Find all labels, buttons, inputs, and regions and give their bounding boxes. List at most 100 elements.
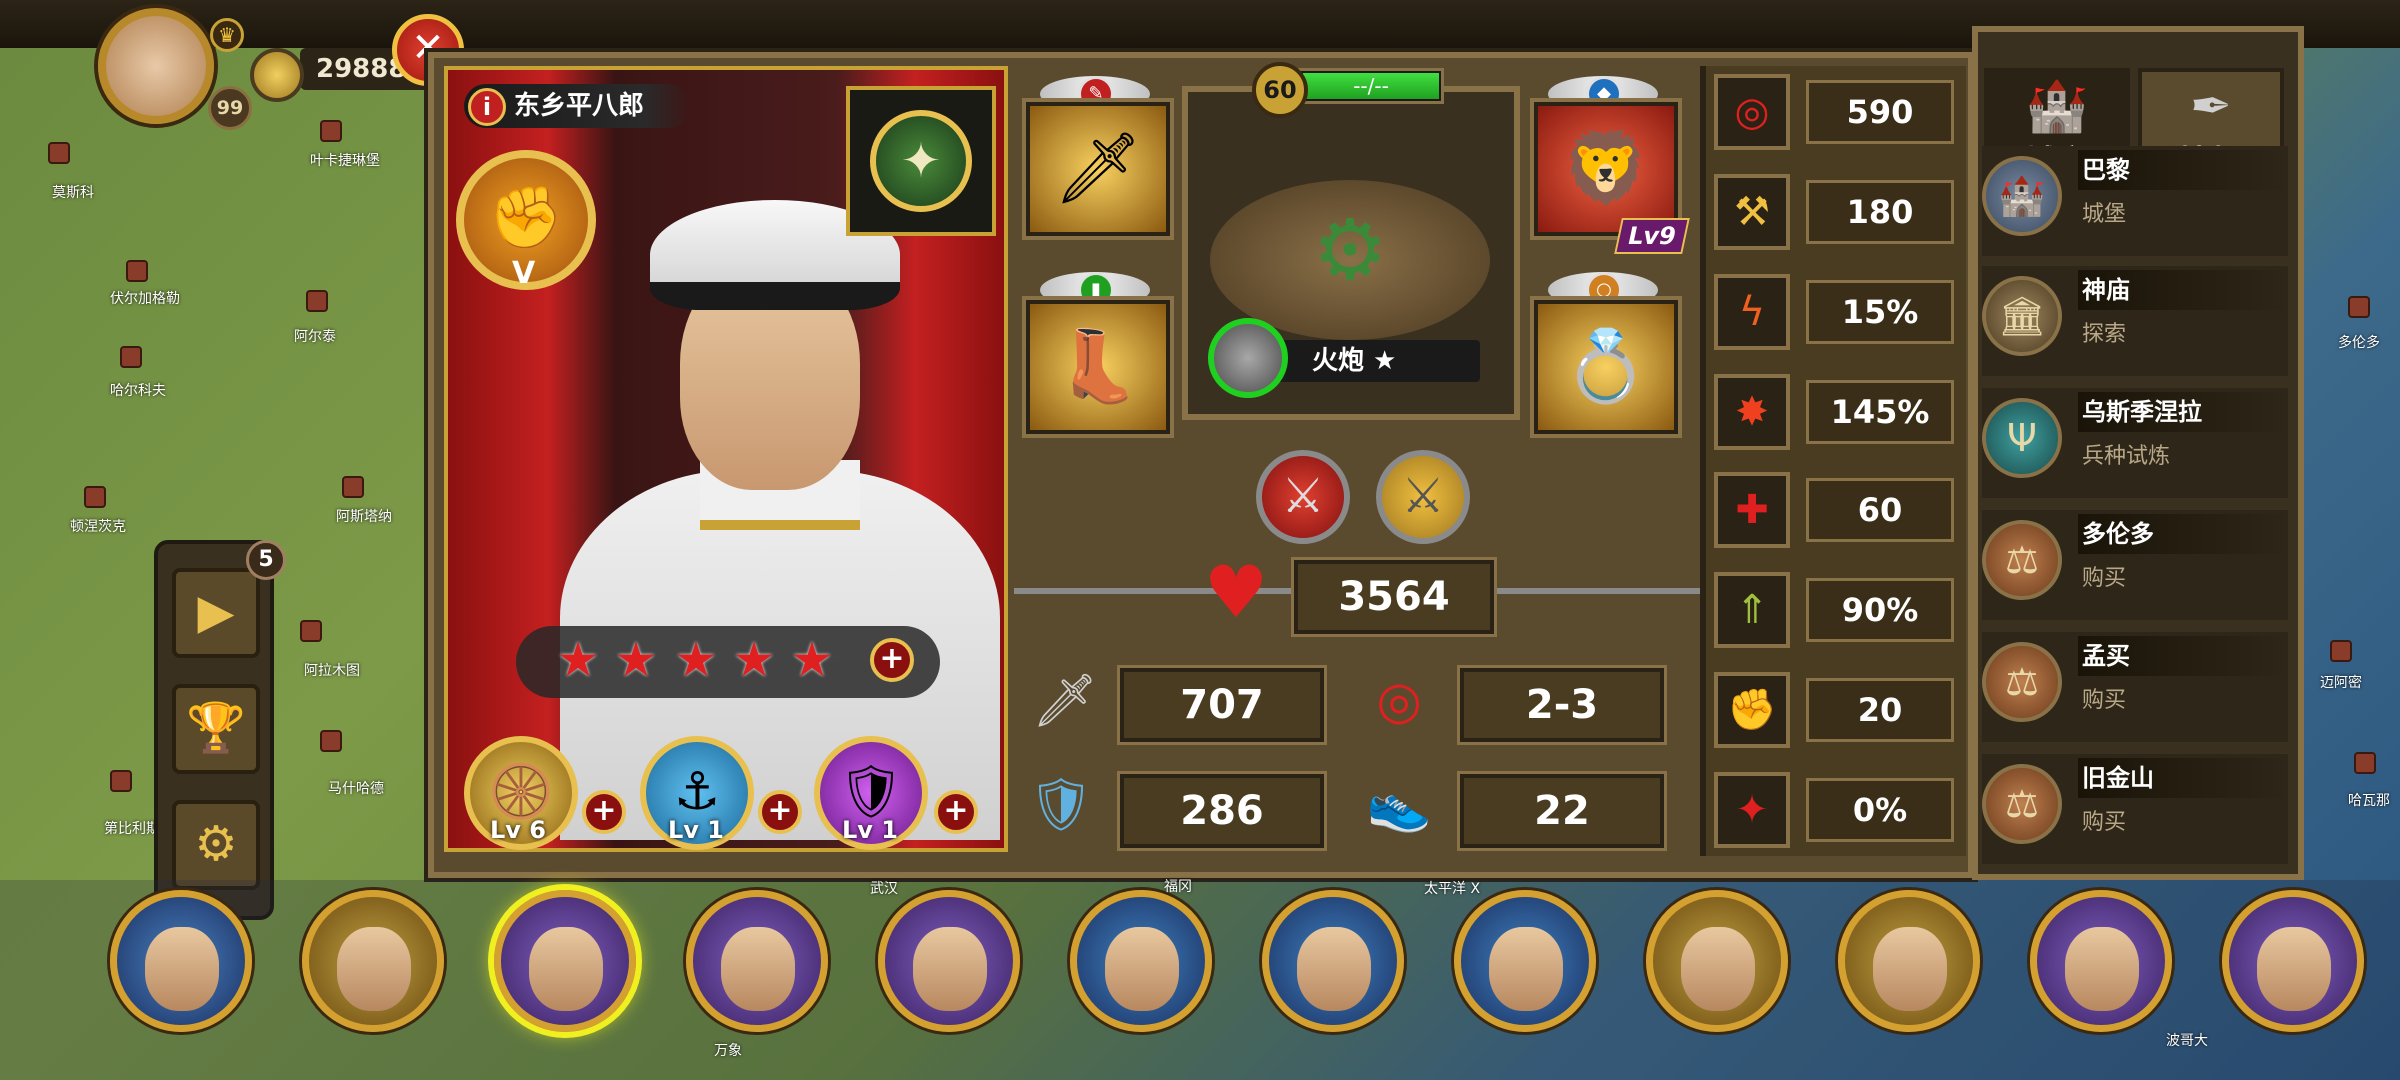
city-item-name: 乌斯季涅拉 <box>2078 392 2288 432</box>
hero-portrait-button[interactable] <box>110 890 252 1032</box>
sword-burst-icon: ✸ <box>1714 374 1790 450</box>
hero-portrait-button[interactable] <box>878 890 1020 1032</box>
hero-portrait-button[interactable] <box>1262 890 1404 1032</box>
map-city-marker[interactable] <box>110 770 132 792</box>
gear-icon[interactable]: ⚙ <box>172 800 260 890</box>
hero-face <box>1873 927 1947 1011</box>
upgrade-skill-button[interactable]: + <box>934 790 978 834</box>
city-item-sub: 购买 <box>2082 566 2127 591</box>
stat-row: ◎ 590 <box>1712 72 1956 152</box>
film-icon[interactable]: ▶ <box>172 568 260 658</box>
map-city-marker[interactable] <box>2354 752 2376 774</box>
boots-icon[interactable]: 👢 <box>1026 300 1170 434</box>
map-label: 阿斯塔纳 <box>336 509 392 525</box>
city-list-item[interactable]: ⚖ 多伦多 购买 <box>1982 510 2288 620</box>
quill-icon: ✒ <box>2190 77 2232 135</box>
unit-progress-bar: --/-- <box>1298 68 1444 104</box>
map-city-marker[interactable] <box>48 142 70 164</box>
map-city-marker[interactable] <box>84 486 106 508</box>
target-icon: ◎ <box>1714 74 1790 150</box>
sword-icon[interactable]: 🗡 <box>1026 102 1170 236</box>
ring-icon[interactable]: 💍 <box>1534 300 1678 434</box>
stat-value: 145% <box>1806 380 1954 444</box>
commander-avatar[interactable] <box>1208 318 1288 398</box>
city-list-item[interactable]: 🏰 巴黎 城堡 <box>1982 146 2288 256</box>
stat-row: ⚒ 180 <box>1712 172 1956 252</box>
city-item-name: 巴黎 <box>2078 150 2288 190</box>
stat-row: ϟ 15% <box>1712 272 1956 352</box>
city-item-name: 孟买 <box>2078 636 2288 676</box>
map-label: 第比利斯 <box>104 821 160 837</box>
cannon-unit-icon: ⚙ <box>1210 180 1490 340</box>
map-city-marker[interactable] <box>300 620 322 642</box>
hero-portrait-button[interactable] <box>2222 890 2364 1032</box>
map-city-marker[interactable] <box>120 346 142 368</box>
map-city-marker[interactable] <box>2330 640 2352 662</box>
vip-crown-icon[interactable]: ♛ <box>210 18 244 52</box>
map-label: 伏尔加格勒 <box>110 291 180 307</box>
map-label: 哈尔科夫 <box>110 383 166 399</box>
add-star-button[interactable]: + <box>870 638 914 682</box>
hero-portrait-button[interactable] <box>1454 890 1596 1032</box>
stat-value: 180 <box>1806 180 1954 244</box>
scales-icon: ⚖ <box>1982 642 2062 722</box>
trophy-icon[interactable]: 🏆 <box>172 684 260 774</box>
city-list-item[interactable]: 🏛 神庙 探索 <box>1982 266 2288 376</box>
defense-swords-icon[interactable]: ⚔ <box>1376 450 1470 544</box>
upgrade-skill-button[interactable]: + <box>582 790 626 834</box>
notification-badge: 5 <box>246 540 286 580</box>
hero-name: 东乡平八郎 <box>514 91 645 121</box>
unit-name: 火炮 ★ <box>1312 346 1397 376</box>
city-list-item[interactable]: ⚖ 旧金山 购买 <box>1982 754 2288 864</box>
lion-shield-icon[interactable]: 🦁 <box>1534 102 1678 236</box>
city-list-item[interactable]: Ψ 乌斯季涅拉 兵种试炼 <box>1982 388 2288 498</box>
compass-item[interactable]: ✦ <box>846 86 996 236</box>
unit-progress-text: --/-- <box>1353 74 1389 98</box>
map-label: 叶卡捷琳堡 <box>310 153 380 169</box>
city-item-name: 旧金山 <box>2078 758 2288 798</box>
hero-portrait-button[interactable] <box>1646 890 1788 1032</box>
hero-face <box>1105 927 1179 1011</box>
player-avatar[interactable] <box>98 8 214 124</box>
hero-portrait-button[interactable] <box>1070 890 1212 1032</box>
map-city-marker[interactable] <box>126 260 148 282</box>
star-icon: ★ <box>674 632 718 688</box>
city-item-sub: 探索 <box>2082 322 2127 347</box>
map-label: 顿涅茨克 <box>70 519 126 535</box>
unit-level: 60 <box>1252 62 1308 118</box>
player-level-badge: 99 <box>208 86 252 130</box>
map-city-marker[interactable] <box>306 290 328 312</box>
armor-level: Lv9 <box>1614 218 1690 254</box>
defense-value: 286 <box>1120 774 1324 848</box>
city-item-name: 多伦多 <box>2078 514 2288 554</box>
stat-value: 15% <box>1806 280 1954 344</box>
hero-portrait-button[interactable] <box>686 890 828 1032</box>
map-label: 波哥大 <box>2166 1033 2208 1049</box>
stat-row: ✦ 0% <box>1712 770 1956 850</box>
hp-value: 3564 <box>1294 560 1494 634</box>
hero-portrait-button[interactable] <box>1838 890 1980 1032</box>
stat-row: ⇑ 90% <box>1712 570 1956 650</box>
upgrade-skill-button[interactable]: + <box>758 790 802 834</box>
hero-portrait-button[interactable] <box>2030 890 2172 1032</box>
map-label: 迈阿密 <box>2320 675 2362 691</box>
city-list-item[interactable]: ⚖ 孟买购买 <box>1982 632 2288 742</box>
info-icon[interactable]: i <box>468 88 506 126</box>
hero-face <box>145 927 219 1011</box>
star-icon: ★ <box>614 632 658 688</box>
castle-icon: 🏰 <box>2025 77 2089 135</box>
map-city-marker[interactable] <box>320 730 342 752</box>
map-city-marker[interactable] <box>342 476 364 498</box>
map-label: 莫斯科 <box>52 185 94 201</box>
city-item-sub: 购买 <box>2082 688 2127 713</box>
hero-face <box>529 927 603 1011</box>
hero-portrait-button-selected[interactable] <box>494 890 636 1032</box>
map-city-marker[interactable] <box>2348 296 2370 318</box>
hero-portrait-button[interactable] <box>302 890 444 1032</box>
sword-icon: 🗡 <box>1031 671 1098 731</box>
attack-swords-icon[interactable]: ⚔ <box>1256 450 1350 544</box>
trident-icon: Ψ <box>1982 398 2062 478</box>
heart-icon: ♥ <box>1203 550 1269 634</box>
map-label: 武汉 <box>870 881 898 897</box>
map-city-marker[interactable] <box>320 120 342 142</box>
